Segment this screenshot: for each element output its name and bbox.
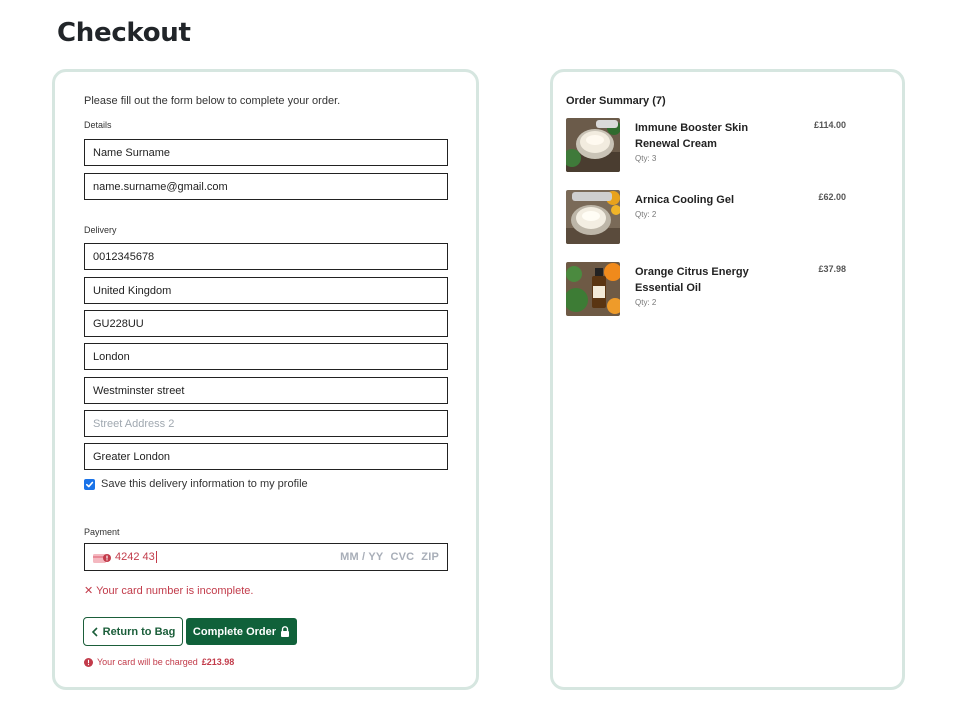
checkmark-icon (85, 481, 94, 487)
chevron-left-icon (91, 626, 98, 637)
full-name-input[interactable] (84, 139, 448, 166)
street-address-2-input[interactable] (84, 410, 448, 437)
card-cvc-placeholder[interactable]: CVC (390, 551, 414, 563)
street-address-1-input[interactable] (84, 377, 448, 404)
gel-jar-image (566, 190, 620, 244)
delivery-label: Delivery (84, 225, 117, 235)
item-qty: Qty: 2 (635, 298, 657, 307)
county-input[interactable] (84, 443, 448, 470)
charge-amount: £213.98 (201, 657, 235, 667)
complete-order-button[interactable]: Complete Order (186, 618, 297, 645)
item-qty: Qty: 2 (635, 210, 657, 219)
card-error-icon (93, 552, 111, 563)
payment-label: Payment (84, 527, 120, 537)
postcode-input[interactable] (84, 310, 448, 337)
item-name: Arnica Cooling Gel (635, 194, 735, 206)
save-info-row[interactable]: Save this delivery information to my pro… (84, 478, 308, 490)
checkout-form-panel: Please fill out the form below to comple… (52, 69, 479, 690)
phone-input[interactable] (84, 243, 448, 270)
charge-notice: Your card will be charged £213.98 (84, 657, 234, 667)
item-price: £37.98 (818, 264, 846, 274)
town-city-input[interactable] (84, 343, 448, 370)
order-summary-panel: Order Summary (7) Immune Booster Skin Re… (550, 69, 905, 690)
save-info-label: Save this delivery information to my pro… (101, 478, 308, 490)
form-intro: Please fill out the form below to comple… (84, 95, 341, 107)
save-info-checkbox[interactable] (84, 478, 95, 490)
item-price: £114.00 (813, 120, 846, 130)
card-number-value: 4242 43 (115, 550, 157, 564)
return-to-bag-button[interactable]: Return to Bag (83, 617, 183, 646)
error-x-icon: ✕ (84, 585, 94, 597)
oil-bottle-image (566, 262, 620, 316)
item-name: Orange Citrus Energy Essential Oil (635, 266, 749, 294)
item-name: Immune Booster Skin Renewal Cream (635, 122, 749, 150)
card-expiry-placeholder[interactable]: MM / YY (340, 551, 383, 563)
card-error-message: ✕ Your card number is incomplete. (84, 585, 254, 597)
details-label: Details (84, 120, 112, 130)
lock-icon (281, 626, 290, 637)
country-input[interactable] (84, 277, 448, 304)
card-zip-placeholder[interactable]: ZIP (421, 551, 439, 563)
email-input[interactable] (84, 173, 448, 200)
item-price: £62.00 (818, 192, 846, 202)
page-title: Checkout (57, 18, 191, 48)
cream-jar-image (566, 118, 620, 172)
card-input[interactable]: 4242 43 MM / YY CVC ZIP (84, 543, 448, 571)
alert-circle-icon (84, 657, 93, 667)
item-qty: Qty: 3 (635, 154, 657, 163)
order-summary-title: Order Summary (7) (566, 95, 666, 107)
